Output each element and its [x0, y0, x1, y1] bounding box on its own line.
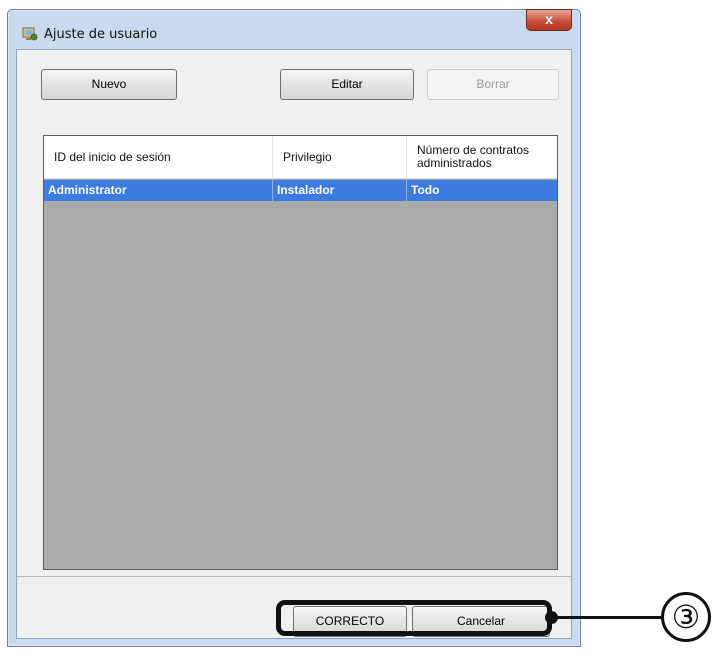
cell-managed-contracts: Todo: [411, 183, 440, 197]
user-list[interactable]: ID del inicio de sesión Privilegio Númer…: [43, 135, 558, 570]
title-bar[interactable]: Ajuste de usuario: [8, 10, 580, 50]
cell-privilege: Instalador: [273, 180, 407, 201]
user-settings-icon: [22, 27, 38, 41]
window-title: Ajuste de usuario: [44, 27, 158, 42]
edit-button[interactable]: Editar: [280, 69, 414, 100]
new-button[interactable]: Nuevo: [41, 69, 177, 100]
close-icon: x: [545, 11, 553, 27]
column-header-managed-contracts[interactable]: Número de contratos administrados: [407, 136, 557, 178]
dialog-content: Nuevo Editar Borrar ID del inicio de ses…: [16, 49, 572, 639]
column-header-login-id[interactable]: ID del inicio de sesión: [44, 136, 273, 178]
table-row[interactable]: Administrator Instalador Todo: [44, 180, 557, 201]
list-header: ID del inicio de sesión Privilegio Númer…: [44, 136, 557, 179]
close-button[interactable]: x: [526, 9, 572, 31]
column-header-privilege[interactable]: Privilegio: [273, 136, 407, 178]
cell-login-id: Administrator: [44, 180, 273, 201]
delete-button[interactable]: Borrar: [427, 69, 559, 100]
callout-leader-line: [552, 616, 662, 619]
callout-highlight-box: [276, 600, 552, 636]
user-settings-window: Ajuste de usuario x Nuevo Editar Borrar …: [7, 9, 581, 647]
callout-step-number: ③: [661, 592, 711, 642]
footer-divider: [17, 576, 571, 577]
